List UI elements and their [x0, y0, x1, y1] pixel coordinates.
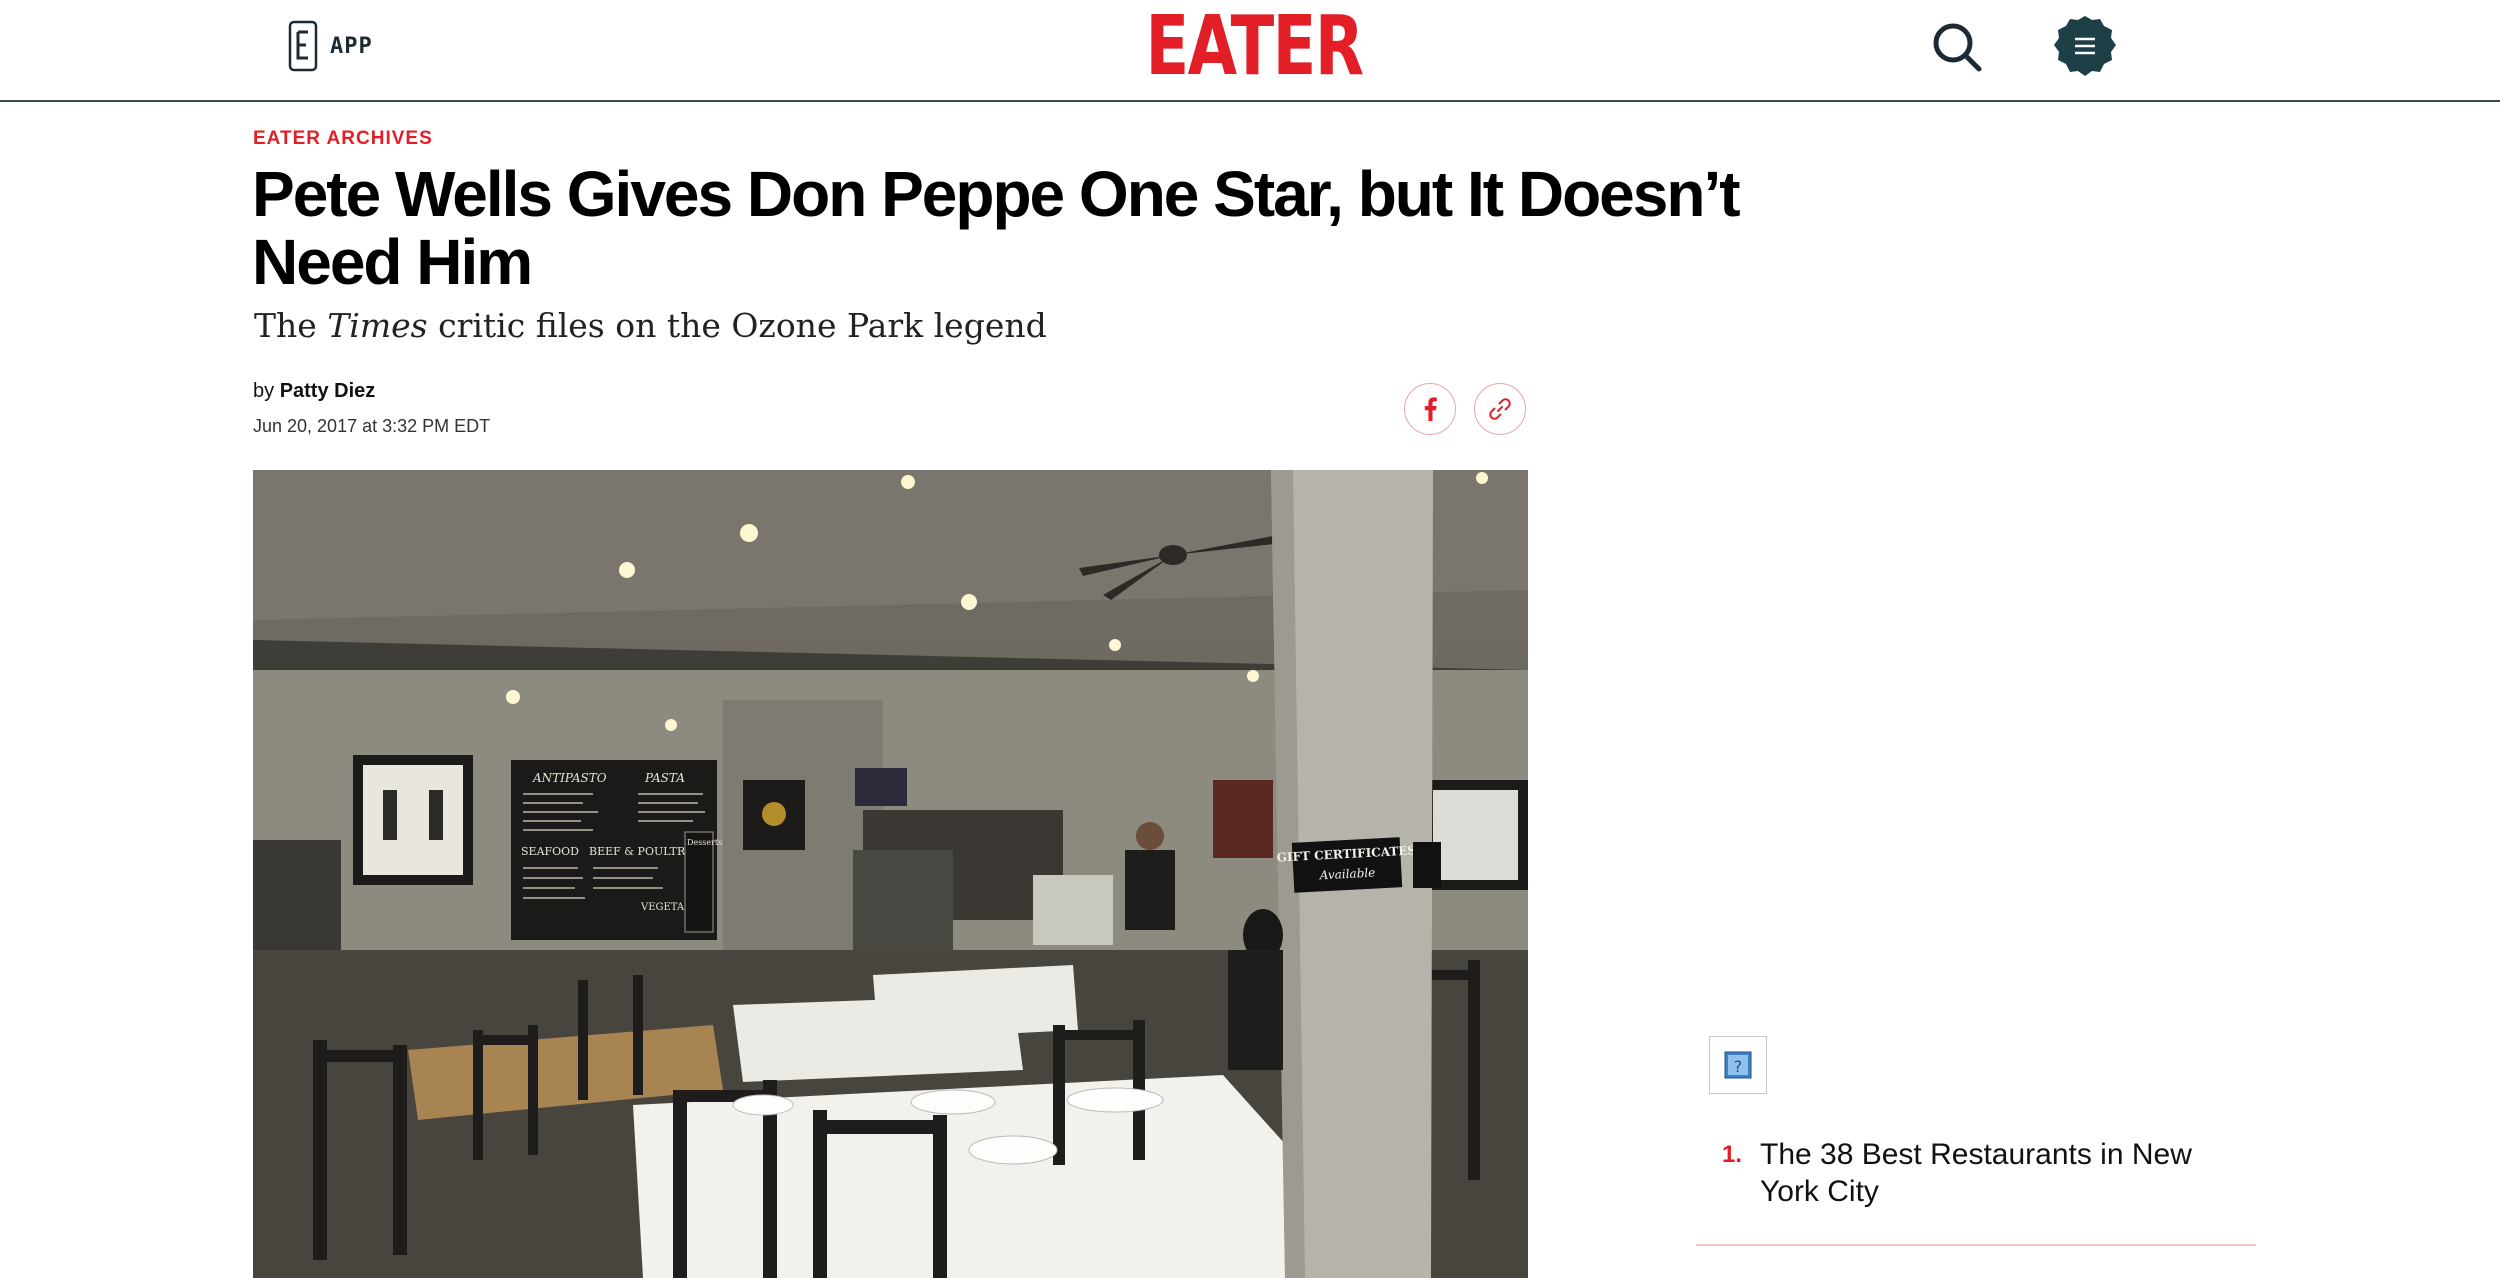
broken-image-icon: ? [1709, 1036, 1767, 1094]
author-link[interactable]: Patty Diez [280, 380, 376, 402]
article-timestamp: Jun 20, 2017 at 3:32 PM EDT [253, 416, 491, 436]
menu-icon[interactable] [2052, 14, 2118, 80]
link-icon [1489, 398, 1511, 420]
section-kicker[interactable]: EATER ARCHIVES [253, 128, 433, 150]
sign-line-2: Available [1318, 866, 1375, 883]
svg-text:?: ? [1734, 1057, 1743, 1076]
popular-divider [1696, 1244, 2256, 1246]
hero-image: ANTIPASTO PASTA SEAFOOD BEEF & POULTRY V… [253, 470, 1528, 1278]
menu-pasta: PASTA [644, 771, 685, 785]
popular-item-title[interactable]: The 38 Best Restaurants in New York City [1760, 1136, 2230, 1210]
app-label: APP [330, 33, 373, 59]
dek-italic: Times [327, 306, 428, 345]
menu-board: ANTIPASTO PASTA SEAFOOD BEEF & POULTRY V… [511, 760, 722, 940]
menu-antipasto: ANTIPASTO [532, 771, 607, 785]
article-dek: The Times critic files on the Ozone Park… [254, 306, 1047, 346]
search-icon[interactable] [1930, 20, 1984, 74]
menu-seafood: SEAFOOD [521, 845, 579, 858]
byline-prefix: by [253, 380, 280, 402]
copy-link-button[interactable] [1474, 383, 1526, 435]
popular-item-number: 1. [1722, 1141, 1743, 1168]
facebook-icon [1424, 397, 1437, 421]
menu-beef-poultry: BEEF & POULTRY [589, 845, 693, 858]
facebook-share-button[interactable] [1404, 383, 1456, 435]
menu-desserts: Desserts [687, 838, 722, 847]
gift-certificates-sign: GIFT CERTIFICATES Available [1276, 837, 1416, 893]
phone-app-icon [288, 20, 318, 72]
dek-prefix: The [254, 306, 328, 345]
eater-logo[interactable]: EATER [1146, 2, 1365, 92]
app-download-link[interactable]: APP [288, 18, 373, 74]
article-headline: Pete Wells Gives Don Peppe One Star, but… [252, 158, 1741, 298]
byline: by Patty Diez [253, 380, 375, 403]
site-header: APP EATER [0, 0, 2500, 102]
dek-suffix: critic files on the Ozone Park legend [427, 306, 1047, 345]
